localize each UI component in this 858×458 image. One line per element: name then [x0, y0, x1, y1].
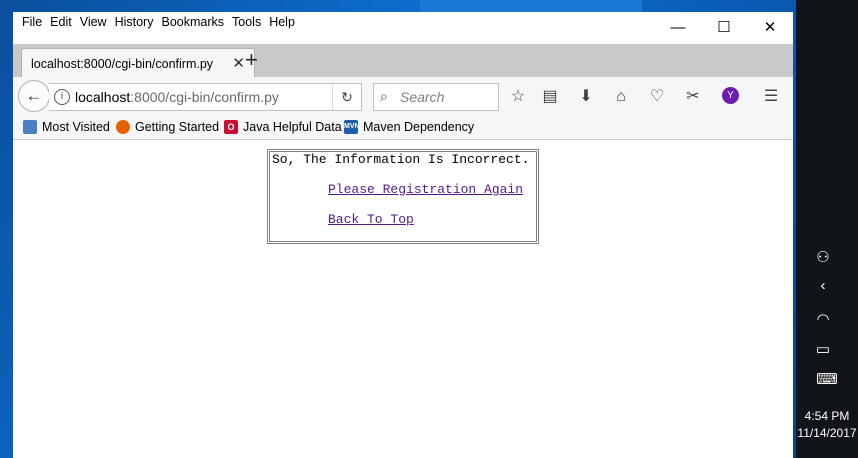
- browser-window: File Edit View History Bookmarks Tools H…: [13, 12, 793, 458]
- minimize-button[interactable]: —: [655, 12, 701, 44]
- tab-confirm[interactable]: localhost:8000/cgi-bin/confirm.py ✕: [21, 48, 255, 79]
- bookmarks-toolbar: Most Visited Getting Started O Java Help…: [13, 117, 793, 140]
- bookmark-most-visited[interactable]: Most Visited: [23, 120, 110, 134]
- hamburger-menu-icon[interactable]: ☰: [761, 87, 781, 107]
- tab-title: localhost:8000/cgi-bin/confirm.py: [31, 57, 214, 71]
- title-bar: File Edit View History Bookmarks Tools H…: [13, 12, 793, 44]
- registration-again-link[interactable]: Please Registration Again: [328, 182, 523, 197]
- oracle-icon: O: [224, 120, 238, 134]
- bookmark-label: Maven Dependency: [363, 120, 475, 134]
- reload-icon[interactable]: ↻: [332, 84, 361, 110]
- bookmark-label: Getting Started: [135, 120, 220, 134]
- bookmark-java-helpful-data[interactable]: O Java Helpful Data: [224, 120, 342, 134]
- pocket-icon[interactable]: ♡: [647, 87, 667, 107]
- download-icon[interactable]: ⬇: [576, 87, 596, 107]
- close-window-button[interactable]: ✕: [747, 12, 793, 44]
- tab-strip: localhost:8000/cgi-bin/confirm.py ✕: [13, 44, 793, 79]
- firefox-icon: [116, 120, 130, 134]
- back-button[interactable]: ←: [18, 80, 50, 112]
- search-input[interactable]: ⌕ Search: [373, 83, 499, 111]
- new-tab-button[interactable]: +: [245, 49, 258, 71]
- back-to-top-link[interactable]: Back To Top: [328, 212, 414, 227]
- extension-tools-icon[interactable]: ✂: [683, 87, 703, 107]
- info-icon[interactable]: i: [54, 89, 70, 105]
- url-bar[interactable]: i localhost:8000/cgi-bin/confirm.py ↻: [49, 83, 362, 111]
- maven-icon: MVN: [344, 120, 360, 134]
- menu-file[interactable]: File: [18, 15, 46, 29]
- keyboard-icon[interactable]: ⌨: [815, 371, 839, 389]
- url-path: :8000/cgi-bin/confirm.py: [130, 89, 279, 105]
- clock-time[interactable]: 4:54 PM: [796, 409, 858, 423]
- menu-tools[interactable]: Tools: [228, 15, 265, 29]
- home-icon[interactable]: ⌂: [611, 87, 631, 107]
- most-visited-icon: [23, 120, 37, 134]
- taskbar: ⚇ ‹ ◠ ▭ ⌨ 4:54 PM 11/14/2017: [796, 0, 858, 458]
- bookmark-star-icon[interactable]: ☆: [508, 87, 528, 107]
- maximize-button[interactable]: ☐: [701, 12, 747, 44]
- reading-list-icon[interactable]: ▤: [540, 87, 560, 107]
- search-icon: ⌕: [380, 88, 388, 104]
- wifi-icon[interactable]: ◠: [812, 311, 834, 329]
- error-message: So, The Information Is Incorrect.: [272, 152, 530, 167]
- people-icon[interactable]: ⚇: [812, 249, 834, 267]
- menu-help[interactable]: Help: [265, 15, 299, 29]
- background-window: [420, 0, 642, 12]
- bookmark-maven-dependency[interactable]: MVN Maven Dependency: [344, 120, 474, 134]
- menu-history[interactable]: History: [111, 15, 158, 29]
- bookmark-getting-started[interactable]: Getting Started: [116, 120, 219, 134]
- bookmark-label: Most Visited: [42, 120, 110, 134]
- close-tab-icon[interactable]: ✕: [232, 54, 245, 72]
- yahoo-avatar-icon[interactable]: Y: [722, 87, 739, 104]
- page-content: So, The Information Is Incorrect. Please…: [13, 140, 793, 458]
- url-host: localhost: [75, 89, 131, 105]
- bookmark-label: Java Helpful Data: [243, 120, 342, 134]
- battery-icon[interactable]: ▭: [812, 341, 834, 359]
- menu-edit[interactable]: Edit: [46, 15, 76, 29]
- menu-bar: File Edit View History Bookmarks Tools H…: [18, 15, 299, 29]
- clock-date[interactable]: 11/14/2017: [796, 426, 858, 440]
- menu-view[interactable]: View: [76, 15, 111, 29]
- message-table: So, The Information Is Incorrect. Please…: [267, 149, 539, 244]
- menu-bookmarks[interactable]: Bookmarks: [157, 15, 228, 29]
- search-placeholder: Search: [400, 89, 445, 105]
- chevron-left-icon[interactable]: ‹: [812, 277, 834, 295]
- url-text[interactable]: localhost:8000/cgi-bin/confirm.py: [75, 89, 279, 105]
- navigation-toolbar: ← i localhost:8000/cgi-bin/confirm.py ↻ …: [13, 77, 793, 117]
